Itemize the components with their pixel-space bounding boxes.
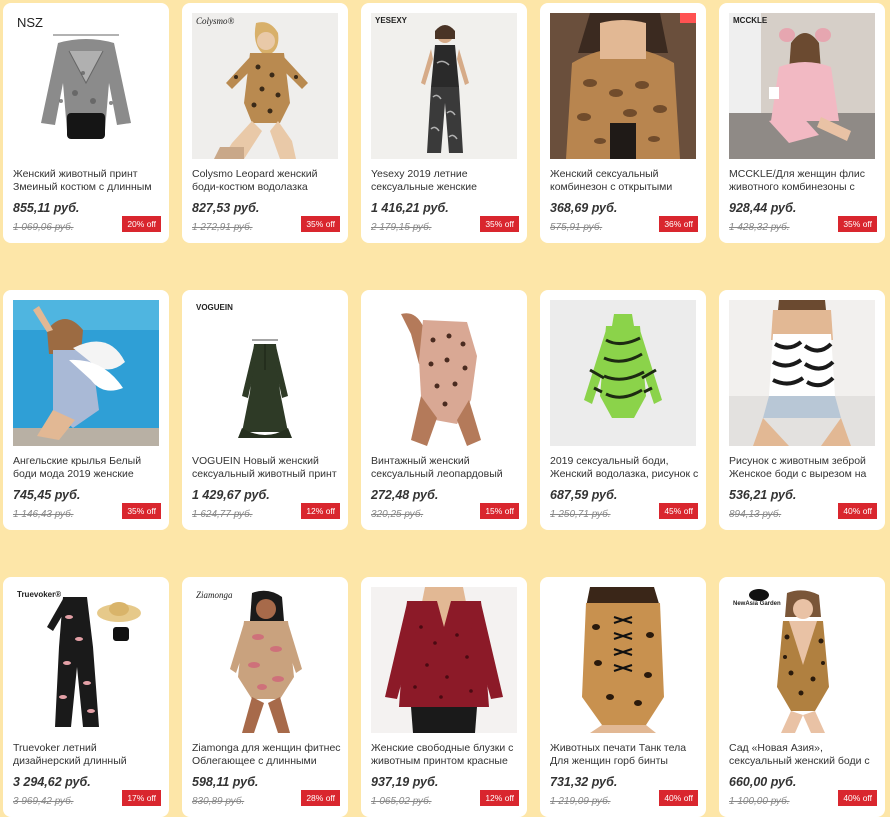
product-image[interactable] <box>371 587 517 733</box>
product-image[interactable]: VOGUEIN <box>192 300 338 446</box>
product-old-price: 2 179,15 руб. <box>371 222 432 233</box>
brand-logo: MCCKLE <box>733 16 768 25</box>
brand-logo: NewAsia Garden <box>733 601 781 607</box>
product-title[interactable]: Женский сексуальный комбинезон с открыты… <box>550 168 700 194</box>
product-title[interactable]: Рисунок с животным зеброй Женское боди с… <box>729 455 879 481</box>
product-old-price: 830,89 руб. <box>192 796 245 807</box>
product-image[interactable]: NewAsia Garden <box>729 587 875 733</box>
discount-badge: 17% off <box>122 790 161 806</box>
product-price: 536,21 руб. <box>729 488 797 502</box>
product-old-price: 1 428,32 руб. <box>729 222 790 233</box>
product-image[interactable]: MCCKLE <box>729 13 875 159</box>
brand-logo: Ziamonga <box>196 590 233 600</box>
product-title[interactable]: Сад «Новая Азия», сексуальный женский бо… <box>729 742 879 768</box>
product-title[interactable]: Yesexy 2019 летние сексуальные женские <box>371 168 521 194</box>
product-old-price: 1 272,91 руб. <box>192 222 253 233</box>
product-title[interactable]: Truevoker летний дизайнерский длинный <box>13 742 163 768</box>
product-card[interactable]: Винтажный женский сексуальный леопардовы… <box>361 290 527 530</box>
product-image[interactable] <box>550 13 696 159</box>
product-old-price: 1 146,43 руб. <box>13 509 74 520</box>
product-card[interactable]: NSZ Женский животный принт Змеиный костю… <box>3 3 169 243</box>
product-image[interactable] <box>550 587 696 733</box>
product-price: 827,53 руб. <box>192 201 260 215</box>
brand-logo: VOGUEIN <box>196 303 233 312</box>
discount-badge: 40% off <box>659 790 698 806</box>
product-card[interactable]: NewAsia Garden Сад «Новая Азия», сексуал… <box>719 577 885 817</box>
discount-badge: 35% off <box>480 216 519 232</box>
product-price: 368,69 руб. <box>550 201 618 215</box>
discount-badge: 12% off <box>480 790 519 806</box>
product-card[interactable]: Ziamonga Ziamonga для женщин фитнес Обле… <box>182 577 348 817</box>
product-price: 1 416,21 руб. <box>371 201 449 215</box>
product-card[interactable]: Truevoker® Truevoker летний дизайнерский… <box>3 577 169 817</box>
discount-badge: 28% off <box>301 790 340 806</box>
brand-logo: Colysmo® <box>196 16 235 26</box>
product-card[interactable]: VOGUEIN VOGUEIN Новый женский сексуальны… <box>182 290 348 530</box>
product-old-price: 1 624,77 руб. <box>192 509 253 520</box>
product-image[interactable] <box>729 300 875 446</box>
product-title[interactable]: Женский животный принт Змеиный костюм с … <box>13 168 163 194</box>
product-grid: NSZ Женский животный принт Змеиный костю… <box>0 0 890 817</box>
product-title[interactable]: Винтажный женский сексуальный леопардовы… <box>371 455 521 481</box>
discount-badge: 15% off <box>480 503 519 519</box>
product-image[interactable]: Colysmo® <box>192 13 338 159</box>
discount-badge: 35% off <box>122 503 161 519</box>
product-old-price: 1 250,71 руб. <box>550 509 611 520</box>
product-old-price: 1 069,06 руб. <box>13 222 74 233</box>
product-card[interactable]: Животных печати Танк тела Для женщин гор… <box>540 577 706 817</box>
product-price: 928,44 руб. <box>729 201 797 215</box>
product-card[interactable]: YESEXY Yesexy 2019 летние сексуальные же… <box>361 3 527 243</box>
product-title[interactable]: Ангельские крылья Белый боди мода 2019 ж… <box>13 455 163 481</box>
product-title[interactable]: VOGUEIN Новый женский сексуальный животн… <box>192 455 342 481</box>
product-title[interactable]: Женские свободные блузки с животным прин… <box>371 742 521 768</box>
product-title[interactable]: 2019 сексуальный боди, Женский водолазка… <box>550 455 700 481</box>
product-card[interactable]: Рисунок с животным зеброй Женское боди с… <box>719 290 885 530</box>
product-old-price: 1 065,02 руб. <box>371 796 432 807</box>
discount-badge: 40% off <box>838 790 877 806</box>
discount-badge: 40% off <box>838 503 877 519</box>
product-image[interactable] <box>371 300 517 446</box>
discount-badge: 20% off <box>122 216 161 232</box>
product-price: 855,11 руб. <box>13 201 80 215</box>
product-price: 745,45 руб. <box>13 488 81 502</box>
product-image[interactable]: Ziamonga <box>192 587 338 733</box>
product-card[interactable]: Женские свободные блузки с животным прин… <box>361 577 527 817</box>
discount-badge: 35% off <box>838 216 877 232</box>
product-title[interactable]: Животных печати Танк тела Для женщин гор… <box>550 742 700 768</box>
product-card[interactable]: 2019 сексуальный боди, Женский водолазка… <box>540 290 706 530</box>
product-title[interactable]: MCCKLE/Для женщин флис животного комбине… <box>729 168 879 194</box>
discount-badge: 12% off <box>301 503 340 519</box>
product-title[interactable]: Ziamonga для женщин фитнес Облегающее с … <box>192 742 342 768</box>
brand-logo: NSZ <box>17 15 43 30</box>
product-old-price: 1 219,09 руб. <box>550 796 611 807</box>
product-price: 687,59 руб. <box>550 488 618 502</box>
product-card[interactable]: MCCKLE MCCKLE/Для женщин флис животного … <box>719 3 885 243</box>
product-image[interactable]: YESEXY <box>371 13 517 159</box>
product-card[interactable]: Женский сексуальный комбинезон с открыты… <box>540 3 706 243</box>
product-price: 3 294,62 руб. <box>13 775 91 789</box>
product-price: 1 429,67 руб. <box>192 488 270 502</box>
product-image[interactable]: Truevoker® <box>13 587 159 733</box>
product-image[interactable] <box>13 300 159 446</box>
product-old-price: 894,13 руб. <box>729 509 782 520</box>
product-image[interactable] <box>550 300 696 446</box>
product-old-price: 3 969,42 руб. <box>13 796 74 807</box>
product-title[interactable]: Colysmo Leopard женский боди-костюм водо… <box>192 168 342 194</box>
brand-logo: YESEXY <box>375 16 408 25</box>
product-old-price: 320,25 руб. <box>371 509 424 520</box>
discount-badge: 36% off <box>659 216 698 232</box>
product-image[interactable]: NSZ <box>13 13 159 159</box>
product-price: 937,19 руб. <box>371 775 439 789</box>
product-card[interactable]: Colysmo® Colysmo Leopard женский боди-ко… <box>182 3 348 243</box>
discount-badge: 45% off <box>659 503 698 519</box>
product-price: 598,11 руб. <box>192 775 259 789</box>
discount-badge: 35% off <box>301 216 340 232</box>
product-old-price: 1 100,00 руб. <box>729 796 790 807</box>
product-card[interactable]: Ангельские крылья Белый боди мода 2019 ж… <box>3 290 169 530</box>
product-old-price: 575,91 руб. <box>550 222 603 233</box>
product-price: 272,48 руб. <box>371 488 439 502</box>
brand-logo: Truevoker® <box>17 590 62 599</box>
product-price: 731,32 руб. <box>550 775 618 789</box>
product-price: 660,00 руб. <box>729 775 797 789</box>
